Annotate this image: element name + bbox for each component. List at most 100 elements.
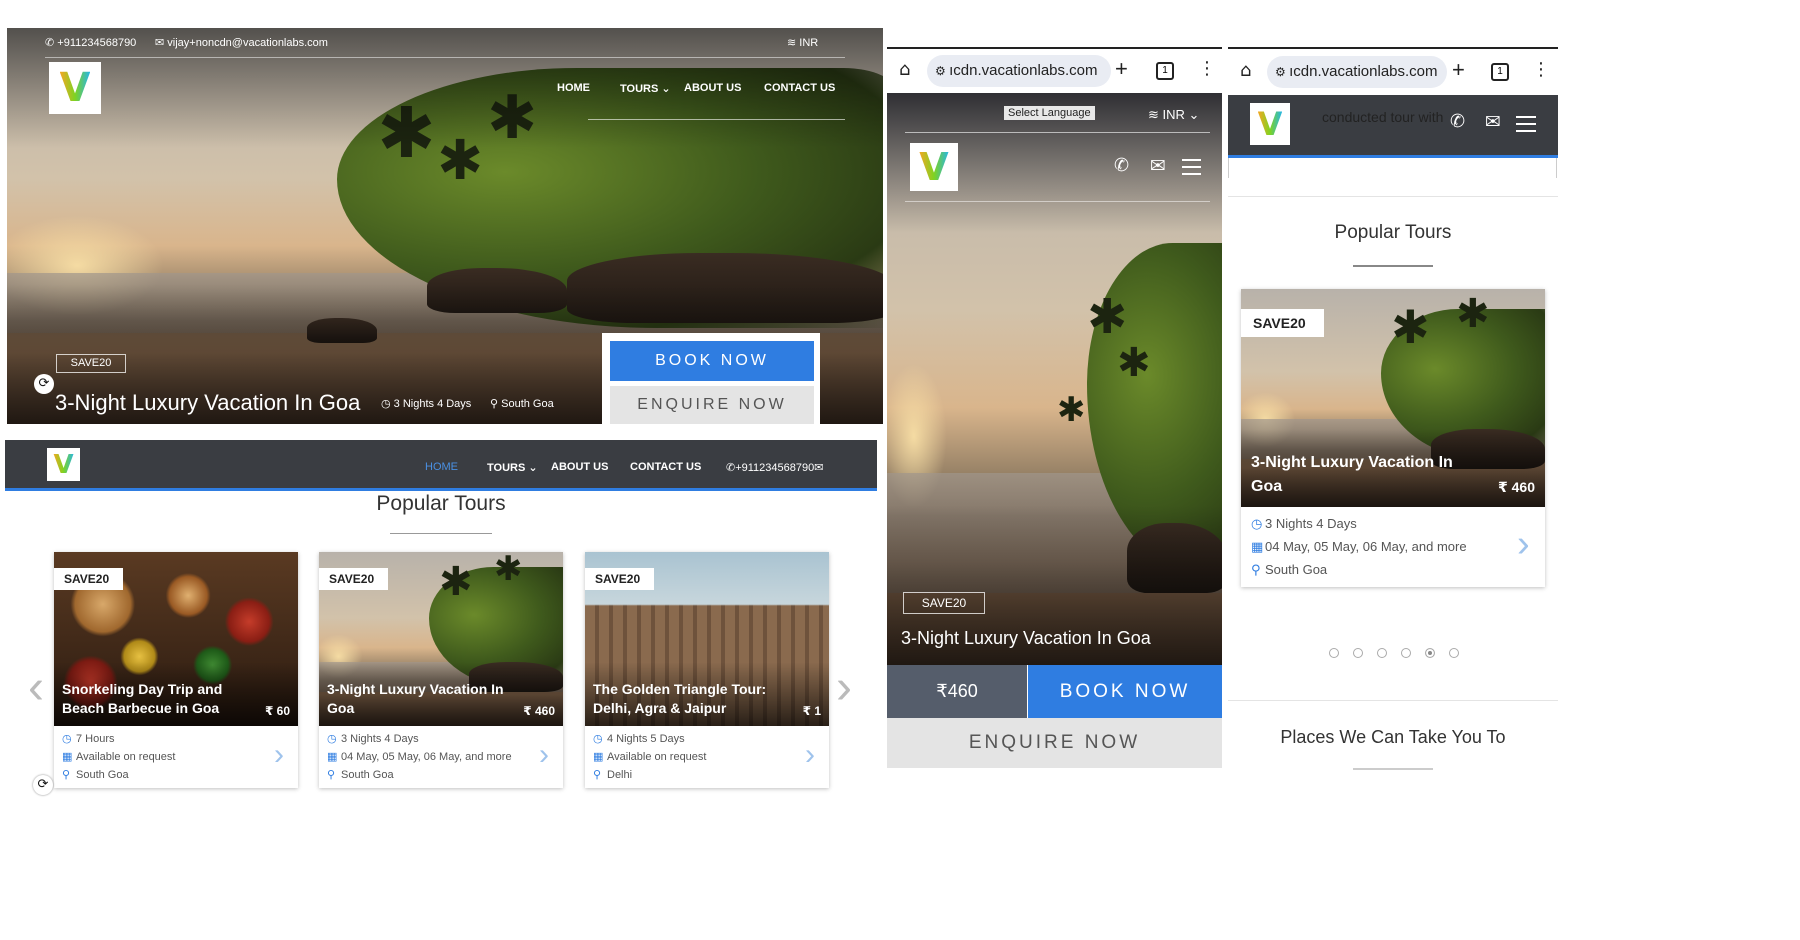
tour-dates: ▦ Available on request [62, 750, 175, 763]
save-badge: SAVE20 [319, 568, 389, 590]
logo-v-icon: V [59, 65, 91, 111]
currency-selector[interactable]: ≋ INR [787, 36, 818, 49]
carousel-dot[interactable] [1329, 648, 1339, 658]
carousel-prev-arrow[interactable]: ‹ [28, 660, 44, 715]
sticky-nav-tours[interactable]: TOURS ⌄ [487, 461, 538, 474]
nav-home[interactable]: HOME [557, 82, 590, 94]
more-menu-icon[interactable]: ⋮ [1198, 58, 1216, 79]
phone-icon: ✆ [45, 37, 58, 49]
save-badge: SAVE20 [56, 354, 126, 373]
hamburger-menu-icon[interactable] [1182, 159, 1201, 180]
mobile2-section-divider [1228, 700, 1558, 701]
tour-price: ₹ 1 [802, 704, 821, 718]
mobile2-tour-card[interactable]: ✱ ✱ SAVE20 3-Night Luxury Vacation In Goa… [1241, 289, 1545, 587]
site-logo[interactable]: V [49, 62, 101, 114]
mobile1-currency[interactable]: ≋ INR ⌄ [1148, 107, 1199, 123]
carousel-next-arrow[interactable]: › [836, 660, 852, 715]
clock-icon: ◷ [593, 733, 603, 745]
nav-about[interactable]: ABOUT US [684, 82, 741, 94]
envelope-icon: ✉ [814, 462, 824, 474]
sticky-logo[interactable]: V [47, 448, 80, 481]
carousel-dot[interactable] [1401, 648, 1411, 658]
hamburger-menu-icon[interactable] [1516, 116, 1536, 137]
dates-text: Available on request [76, 751, 176, 763]
sticky-nav-about[interactable]: ABOUT US [551, 461, 608, 473]
carousel-dot[interactable] [1377, 648, 1387, 658]
calendar-icon: ▦ [62, 751, 73, 763]
tour-card[interactable]: ✱ ✱ SAVE20 3-Night Luxury Vacation In Goa… [319, 552, 563, 788]
nav-divider [588, 119, 845, 120]
new-tab-icon[interactable]: + [1452, 57, 1465, 83]
mobile1-enquire-now-button[interactable]: ENQUIRE NOW [887, 718, 1222, 768]
tour-card[interactable]: SAVE20 Snorkeling Day Trip and Beach Barb… [54, 552, 298, 788]
book-now-button[interactable]: BOOK NOW [610, 341, 814, 381]
mobile1-url-bar[interactable]: ⚙ ıcdn.vacationlabs.com [927, 55, 1111, 87]
title-line-2: Goa [327, 700, 355, 716]
nav-contact[interactable]: CONTACT US [764, 82, 835, 94]
mobile1-logo[interactable]: V [910, 143, 958, 191]
chevron-down-icon: ⌄ [1184, 107, 1200, 122]
carousel-dot[interactable] [1353, 648, 1363, 658]
new-tab-icon[interactable]: + [1115, 56, 1128, 82]
map-pin-icon: ⚲ [1251, 562, 1261, 577]
more-menu-icon[interactable]: ⋮ [1532, 59, 1550, 80]
mobile1-title: 3-Night Luxury Vacation In Goa [901, 628, 1151, 648]
contact-email[interactable]: ✉ vijay+noncdn@vacationlabs.com [155, 36, 328, 49]
tour-location: ⚲ South Goa [1251, 562, 1327, 578]
places-heading: Places We Can Take You To [1280, 727, 1506, 747]
logo-v-icon: V [1257, 105, 1283, 143]
top-divider [45, 57, 845, 58]
chevron-right-icon[interactable]: › [1517, 523, 1530, 566]
phone-icon[interactable]: ✆ [1450, 111, 1465, 132]
chevron-down-icon: ⌄ [528, 462, 538, 474]
mobile1-book-now-button[interactable]: BOOK NOW [1028, 665, 1222, 718]
refresh-icon[interactable]: ⟳ [33, 775, 53, 795]
chevron-right-icon[interactable]: › [274, 738, 284, 772]
url-text: ıcdn.vacationlabs.com [1289, 63, 1438, 80]
duration-text: 3 Nights 4 Days [1265, 516, 1357, 531]
carousel-dot[interactable] [1425, 648, 1435, 658]
tour-location: ⚲ Delhi [593, 768, 632, 781]
tour-card[interactable]: SAVE20 The Golden Triangle Tour: Delhi, A… [585, 552, 829, 788]
tab-count-icon[interactable]: 1 [1491, 63, 1509, 81]
refresh-icon[interactable]: ⟳ [34, 374, 54, 394]
home-icon[interactable]: ⌂ [1240, 60, 1251, 81]
tour-duration: ◷ 4 Nights 5 Days [593, 732, 685, 745]
sticky-phone[interactable]: ✆+911234568790✉ [726, 461, 823, 474]
enquire-now-button[interactable]: ENQUIRE NOW [610, 386, 814, 424]
duration-text: 7 Hours [76, 733, 115, 745]
popular-heading: Popular Tours [376, 492, 506, 515]
calendar-icon: ▦ [593, 751, 604, 763]
map-pin-icon: ⚲ [490, 398, 502, 410]
tour-price: ₹ 460 [1498, 479, 1535, 495]
carousel-dot[interactable] [1449, 648, 1459, 658]
home-icon[interactable]: ⌂ [899, 59, 910, 80]
tab-count-icon[interactable]: 1 [1156, 62, 1174, 80]
mobile1-header-divider [905, 201, 1210, 202]
mobile2-url-bar[interactable]: ⚙ ıcdn.vacationlabs.com [1267, 56, 1447, 88]
tour-duration: ◷ 7 Hours [62, 732, 115, 745]
select-language[interactable]: Select Language [1004, 106, 1095, 120]
clock-icon: ◷ [62, 733, 72, 745]
tour-duration: ◷ 3 Nights 4 Days [1251, 516, 1357, 532]
calendar-icon: ▦ [1251, 539, 1264, 554]
sticky-nav-home[interactable]: HOME [425, 461, 458, 473]
chevron-right-icon[interactable]: › [539, 738, 549, 772]
carousel-dots[interactable] [1329, 645, 1473, 663]
dates-text: Available on request [607, 751, 707, 763]
envelope-icon[interactable]: ✉ [1485, 111, 1501, 134]
contact-phone[interactable]: ✆ +911234568790 [45, 36, 136, 49]
hero-duration: ◷ 3 Nights 4 Days [381, 397, 471, 410]
phone-icon: ✆ [726, 462, 736, 474]
tour-dates: ▦ Available on request [593, 750, 706, 763]
mobile2-logo[interactable]: V [1250, 103, 1290, 145]
tour-location: ⚲ South Goa [327, 768, 394, 781]
chevron-right-icon[interactable]: › [805, 738, 815, 772]
location-text: Delhi [607, 769, 633, 781]
sticky-nav-contact[interactable]: CONTACT US [630, 461, 701, 473]
nav-tours[interactable]: TOURS ⌄ [620, 82, 671, 95]
phone-icon[interactable]: ✆ [1114, 155, 1129, 176]
envelope-icon[interactable]: ✉ [1150, 155, 1166, 178]
clock-icon: ◷ [327, 733, 337, 745]
currency-label: INR [799, 37, 819, 49]
